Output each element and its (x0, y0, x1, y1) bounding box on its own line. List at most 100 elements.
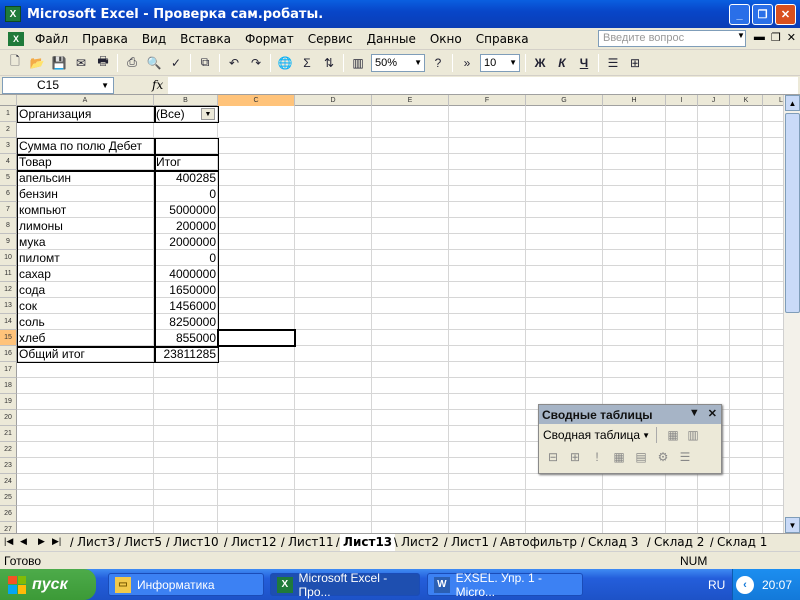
pivot-item-name[interactable]: бензин (17, 186, 154, 202)
row-header-24[interactable]: 24 (0, 474, 17, 490)
row-header-4[interactable]: 4 (0, 154, 17, 170)
menu-file[interactable]: Файл (28, 32, 75, 46)
row-header-7[interactable]: 7 (0, 202, 17, 218)
col-header-a[interactable]: A (17, 95, 154, 106)
name-box[interactable]: C15 ▼ (2, 76, 114, 94)
save-icon[interactable]: 💾 (49, 53, 69, 73)
next-sheet-icon[interactable]: ▶ (38, 536, 45, 547)
row-header-14[interactable]: 14 (0, 314, 17, 330)
chevron-down-icon[interactable]: ▼ (201, 108, 215, 120)
tab-list3[interactable]: Лист3 (74, 534, 118, 551)
col-header-k[interactable]: K (730, 95, 763, 106)
minimize-button[interactable]: _ (729, 4, 750, 25)
doc-restore-button[interactable]: ❐ (771, 31, 781, 44)
col-header-b[interactable]: B (154, 95, 218, 106)
pivot-item-value[interactable]: 0 (154, 186, 218, 202)
chevron-down-icon[interactable]: ▼ (737, 31, 745, 40)
pivot-item-value[interactable]: 855000 (154, 330, 218, 346)
tab-list2[interactable]: Лист2 (398, 534, 442, 551)
pivot-item-name[interactable]: мука (17, 234, 154, 250)
row-header-8[interactable]: 8 (0, 218, 17, 234)
task-excel[interactable]: X Microsoft Excel - Про... (270, 571, 420, 599)
tab-list5[interactable]: Лист5 (121, 534, 165, 551)
menu-help[interactable]: Справка (469, 32, 536, 46)
menu-tools[interactable]: Сервис (301, 32, 360, 46)
pivot-item-name[interactable]: сода (17, 282, 154, 298)
menu-edit[interactable]: Правка (75, 32, 135, 46)
col-header-h[interactable]: H (603, 95, 666, 106)
pivot-item-name[interactable]: пиломт (17, 250, 154, 266)
toolbar-options-icon[interactable]: » (457, 53, 477, 73)
chevron-down-icon[interactable]: ▼ (689, 407, 700, 420)
chevron-down-icon[interactable]: ▼ (642, 431, 650, 440)
pivot-item-value[interactable]: 4000000 (154, 266, 218, 282)
row-header-21[interactable]: 21 (0, 426, 17, 442)
tab-list12[interactable]: Лист12 (228, 534, 280, 551)
tab-list13[interactable]: Лист13 (340, 534, 396, 551)
select-all-corner[interactable] (0, 95, 17, 106)
row-header-2[interactable]: 2 (0, 122, 17, 138)
tab-list10[interactable]: Лист10 (170, 534, 222, 551)
row-header-25[interactable]: 25 (0, 490, 17, 506)
first-sheet-icon[interactable]: |◀ (4, 536, 13, 547)
pivot-chart-icon[interactable]: ▥ (683, 426, 703, 444)
row-header-20[interactable]: 20 (0, 410, 17, 426)
fx-icon[interactable]: fx (152, 78, 163, 92)
help-icon[interactable]: ? (428, 53, 448, 73)
pivot-item-name[interactable]: хлеб (17, 330, 154, 346)
col-header-f[interactable]: F (449, 95, 526, 106)
active-cell-c15[interactable] (217, 329, 296, 347)
chevron-left-icon[interactable]: ‹ (736, 575, 754, 594)
pivot-item-value[interactable]: 8250000 (154, 314, 218, 330)
row-header-10[interactable]: 10 (0, 250, 17, 266)
sort-icon[interactable]: ⇅ (319, 53, 339, 73)
row-header-17[interactable]: 17 (0, 362, 17, 378)
task-informatika[interactable]: ▭ Информатика (108, 573, 264, 596)
row-header-5[interactable]: 5 (0, 170, 17, 186)
col-header-i[interactable]: I (666, 95, 698, 106)
col-header-e[interactable]: E (372, 95, 449, 106)
row-header-9[interactable]: 9 (0, 234, 17, 250)
menu-window[interactable]: Окно (423, 32, 469, 46)
align-left-icon[interactable]: ☰ (603, 53, 623, 73)
row-header-13[interactable]: 13 (0, 298, 17, 314)
scroll-down-icon[interactable]: ▼ (785, 517, 800, 533)
menu-data[interactable]: Данные (360, 32, 423, 46)
page-field-label[interactable]: Организация (17, 106, 154, 122)
undo-icon[interactable]: ↶ (224, 53, 244, 73)
new-icon[interactable]: 🗋 (5, 53, 25, 73)
pivot-item-value[interactable]: 2000000 (154, 234, 218, 250)
spelling-icon[interactable]: ✓ (166, 53, 186, 73)
pivot-item-value[interactable]: 1456000 (154, 298, 218, 314)
pivot-item-value[interactable]: 200000 (154, 218, 218, 234)
refresh-icon[interactable]: ! (587, 448, 607, 466)
redo-icon[interactable]: ↷ (246, 53, 266, 73)
restore-button[interactable]: ❐ (752, 4, 773, 25)
pivot-item-value[interactable]: 1650000 (154, 282, 218, 298)
col-header-g[interactable]: G (526, 95, 603, 106)
chart-wizard-icon[interactable]: ▥ (348, 53, 368, 73)
doc-minimize-button[interactable]: ▬ (754, 31, 765, 44)
print-preview-icon[interactable]: 🖶 (93, 53, 113, 73)
tab-list1[interactable]: Лист1 (448, 534, 492, 551)
tab-sklad1[interactable]: Склад 1 (714, 534, 770, 551)
vertical-scrollbar[interactable]: ▲ ▼ (783, 95, 800, 533)
help-search-input[interactable]: Введите вопрос (598, 30, 746, 47)
row-header-19[interactable]: 19 (0, 394, 17, 410)
pivot-toolbar-title-bar[interactable]: Сводные таблицы ▼ ✕ (539, 405, 721, 424)
prev-sheet-icon[interactable]: ◀ (20, 536, 27, 547)
open-icon[interactable]: 📂 (27, 53, 47, 73)
field-list-icon[interactable]: ☰ (675, 448, 695, 466)
field-settings-icon[interactable]: ⚙ (653, 448, 673, 466)
pivot-item-value[interactable]: 400285 (154, 170, 218, 186)
underline-button[interactable]: Ч (574, 53, 594, 73)
doc-close-button[interactable]: ✕ (787, 31, 796, 44)
row-header-27[interactable]: 27 (0, 522, 17, 533)
row-header-6[interactable]: 6 (0, 186, 17, 202)
row-header-11[interactable]: 11 (0, 266, 17, 282)
formula-input[interactable] (168, 77, 798, 94)
pivot-item-name[interactable]: сахар (17, 266, 154, 282)
autosum-icon[interactable]: Σ (297, 53, 317, 73)
copy-icon[interactable]: ⧉ (195, 53, 215, 73)
row-header-23[interactable]: 23 (0, 458, 17, 474)
